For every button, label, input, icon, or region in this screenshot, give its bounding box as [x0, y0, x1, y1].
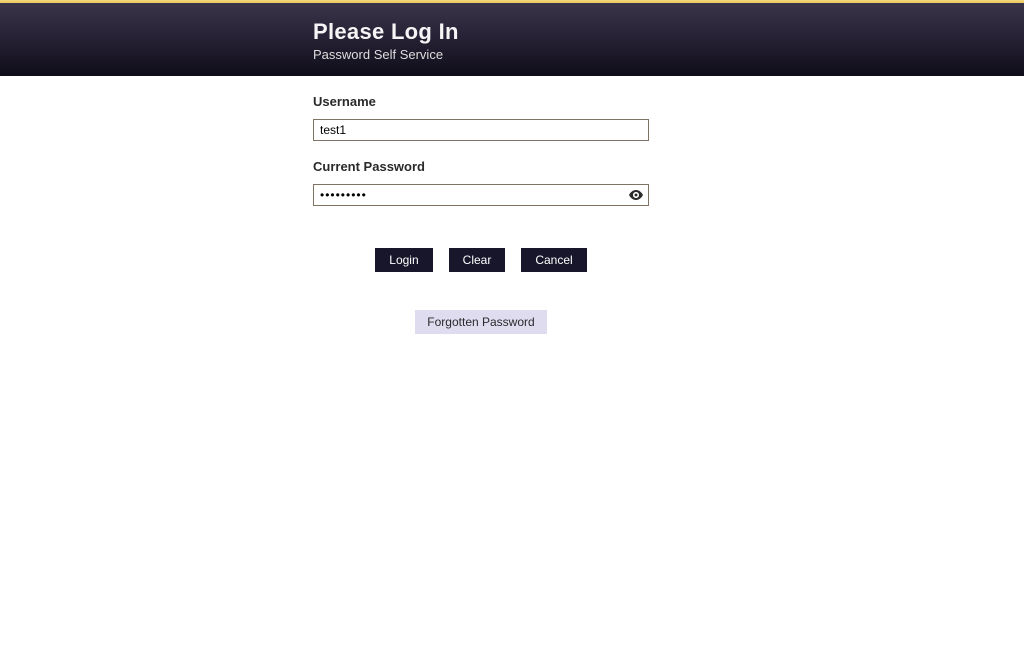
- password-label: Current Password: [313, 159, 1024, 174]
- action-button-row: Login Clear Cancel: [313, 248, 649, 272]
- username-input[interactable]: [313, 119, 649, 141]
- page-title: Please Log In: [313, 19, 1024, 45]
- login-form: Username Current Password: [313, 94, 1024, 206]
- forgot-row: Forgotten Password: [313, 310, 649, 334]
- eye-icon[interactable]: [629, 190, 643, 200]
- cancel-button[interactable]: Cancel: [521, 248, 586, 272]
- login-button[interactable]: Login: [375, 248, 432, 272]
- username-label: Username: [313, 94, 1024, 109]
- forgotten-password-button[interactable]: Forgotten Password: [415, 310, 546, 334]
- password-input[interactable]: [313, 184, 649, 206]
- page-header: Please Log In Password Self Service: [0, 3, 1024, 76]
- page-subtitle: Password Self Service: [313, 47, 1024, 62]
- clear-button[interactable]: Clear: [449, 248, 506, 272]
